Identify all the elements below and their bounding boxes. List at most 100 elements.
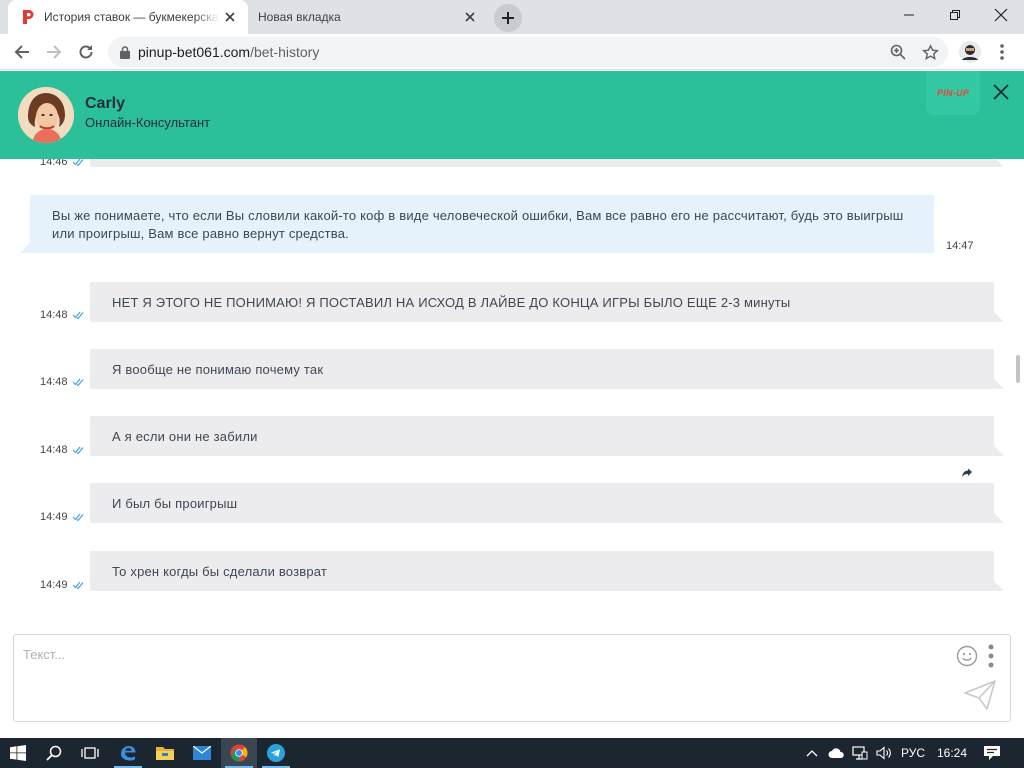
message-text: И был бы проигрыш — [112, 495, 238, 511]
bookmark-button[interactable] — [916, 38, 944, 66]
zoom-button[interactable] — [884, 38, 912, 66]
back-button[interactable] — [8, 38, 36, 66]
share-icon[interactable] — [961, 467, 973, 479]
reload-button[interactable] — [72, 38, 100, 66]
agent-message: Вы же понимаете, что если Вы словили как… — [20, 195, 934, 253]
message-text: А я если они не забили — [112, 428, 258, 444]
start-button[interactable] — [0, 738, 36, 768]
taskbar-chrome[interactable] — [221, 738, 257, 768]
user-message: И был бы проигрыш — [90, 483, 1004, 523]
chrome-icon — [230, 744, 248, 762]
emoji-icon[interactable] — [956, 645, 978, 667]
url-path: /bet-history — [250, 44, 320, 60]
task-view-icon — [81, 747, 99, 759]
message-text: Вы же понимаете, что если Вы словили как… — [52, 208, 904, 241]
taskbar-edge[interactable] — [110, 738, 146, 768]
message-composer — [13, 634, 1011, 722]
system-clock[interactable]: 16:24 — [934, 738, 970, 768]
user-message — [90, 159, 1004, 167]
read-ticks-icon — [72, 378, 84, 386]
tab-title: Новая вкладка — [258, 10, 341, 24]
mail-icon — [193, 746, 211, 760]
search-icon — [46, 745, 62, 761]
input-language[interactable]: РУС — [898, 738, 928, 768]
chat-close-button[interactable] — [990, 81, 1012, 103]
address-bar[interactable]: pinup-bet061.com/bet-history — [108, 37, 948, 67]
tab-title: История ставок — букмекерская контора — [44, 10, 220, 24]
star-icon — [921, 43, 939, 60]
read-ticks-icon — [72, 513, 84, 521]
telegram-icon — [267, 744, 285, 762]
agent-role: Онлайн-Консультант — [85, 115, 211, 130]
more-vertical-icon — [1000, 44, 1004, 60]
onedrive-button[interactable] — [826, 738, 846, 768]
speaker-icon — [876, 746, 891, 760]
read-ticks-icon — [72, 311, 84, 319]
message-time: 14:46 — [40, 159, 84, 168]
tab-close-icon[interactable] — [220, 7, 240, 27]
edge-icon — [121, 746, 136, 761]
chevron-up-icon — [806, 750, 818, 757]
pinup-logo: PIN-UP — [926, 71, 980, 115]
tab-close-icon[interactable] — [460, 7, 480, 27]
cloud-icon — [828, 748, 844, 758]
new-tab-button[interactable] — [494, 4, 522, 32]
volume-button[interactable] — [874, 738, 894, 768]
more-vertical-icon[interactable] — [988, 644, 994, 668]
task-view-button[interactable] — [72, 738, 108, 768]
show-hidden-icons-button[interactable] — [802, 738, 822, 768]
avatar-icon — [959, 41, 981, 63]
send-icon[interactable] — [963, 679, 997, 711]
message-text: НЕТ Я ЭТОГО НЕ ПОНИМАЮ! Я ПОСТАВИЛ НА ИС… — [112, 294, 791, 310]
restore-icon — [950, 10, 960, 20]
folder-icon — [156, 747, 174, 760]
tab-bet-history[interactable]: История ставок — букмекерская контора — [8, 0, 248, 34]
user-message: А я если они не забили — [90, 416, 1004, 456]
profile-button[interactable] — [956, 38, 984, 66]
menu-button[interactable] — [988, 38, 1016, 66]
notification-icon — [984, 746, 1000, 760]
network-icon — [852, 746, 868, 760]
url-text: pinup-bet061.com/bet-history — [138, 44, 319, 60]
action-center-button[interactable] — [980, 738, 1004, 768]
taskbar-mail[interactable] — [184, 738, 220, 768]
forward-button[interactable] — [40, 38, 68, 66]
taskbar-explorer[interactable] — [147, 738, 183, 768]
tab-new-tab[interactable]: Новая вкладка — [248, 0, 488, 34]
chat-scrollbar[interactable] — [1016, 355, 1020, 383]
message-time: 14:49 — [40, 579, 84, 591]
minimize-button[interactable] — [886, 0, 932, 30]
close-icon — [994, 8, 1008, 22]
read-ticks-icon — [72, 581, 84, 589]
message-text: То хрен когды бы сделали возврат — [112, 563, 328, 579]
message-input[interactable] — [23, 647, 923, 677]
taskbar-telegram[interactable] — [258, 738, 294, 768]
message-time: 14:48 — [40, 309, 84, 321]
network-button[interactable] — [850, 738, 870, 768]
message-time: 14:47 — [946, 240, 974, 252]
close-icon — [993, 84, 1009, 100]
pinup-favicon-icon — [20, 9, 36, 25]
windows-taskbar: РУС 16:24 — [0, 738, 1024, 768]
read-ticks-icon — [72, 446, 84, 454]
window-close-button[interactable] — [978, 0, 1024, 30]
user-message: То хрен когды бы сделали возврат — [90, 551, 1004, 591]
restore-button[interactable] — [932, 0, 978, 30]
lock-icon — [120, 45, 130, 59]
message-time: 14:49 — [40, 511, 84, 523]
message-time: 14:48 — [40, 376, 84, 388]
browser-tab-strip: История ставок — букмекерская контора Но… — [0, 0, 1024, 34]
arrow-left-icon — [14, 45, 29, 59]
message-text: Я вообще не понимаю почему так — [112, 361, 324, 377]
zoom-icon — [890, 44, 906, 60]
url-host: pinup-bet061.com — [138, 44, 251, 60]
agent-avatar — [18, 87, 74, 143]
plus-icon — [502, 12, 514, 24]
agent-name: Carly — [85, 95, 126, 112]
search-button[interactable] — [36, 738, 72, 768]
arrow-right-icon — [47, 45, 62, 59]
message-time: 14:48 — [40, 444, 84, 456]
user-message: НЕТ Я ЭТОГО НЕ ПОНИМАЮ! Я ПОСТАВИЛ НА ИС… — [90, 282, 1004, 322]
reload-icon — [79, 45, 93, 59]
minimize-icon — [904, 14, 914, 16]
